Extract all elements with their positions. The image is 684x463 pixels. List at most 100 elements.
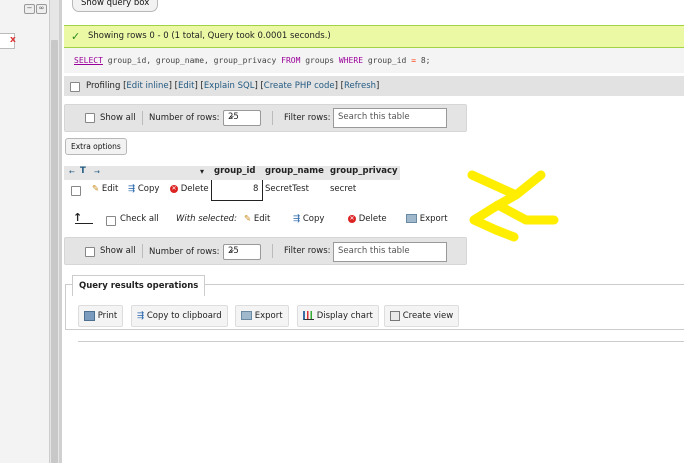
- row-copy-label: Copy: [137, 184, 160, 194]
- show-all-checkbox[interactable]: [85, 113, 95, 123]
- chart-icon: [303, 311, 314, 320]
- row-checkbox[interactable]: [71, 186, 81, 196]
- bracket: ] [: [254, 81, 264, 91]
- separator: [272, 111, 273, 125]
- yellow-annotation-scribble: [467, 170, 559, 242]
- divider-line: [78, 341, 684, 342]
- sort-left-icon[interactable]: ←: [69, 168, 75, 176]
- query-options-bar: Profiling [Edit inline] [Edit] [Explain …: [64, 76, 684, 96]
- edit-link[interactable]: Edit: [178, 81, 194, 91]
- profiling-checkbox[interactable]: [70, 82, 80, 92]
- sql-cond-col: group_id: [363, 56, 412, 65]
- show-all-label-bottom: Show all: [100, 246, 136, 256]
- bracket: ] [: [194, 81, 204, 91]
- show-all-checkbox-bottom[interactable]: [85, 247, 95, 257]
- pencil-icon: ✎: [244, 214, 252, 224]
- sql-table: groups: [300, 56, 339, 65]
- cell-group-name[interactable]: SecretTest: [265, 184, 309, 194]
- separator: [272, 244, 273, 258]
- copy-to-clipboard-label: Copy to clipboard: [146, 311, 222, 321]
- show-all-label: Show all: [100, 113, 136, 123]
- view-icon: [390, 310, 400, 321]
- row-delete-label: Delete: [180, 184, 209, 194]
- check-all-arrow-line: [75, 223, 93, 224]
- check-icon: ✓: [71, 30, 81, 43]
- print-label: Print: [97, 311, 118, 321]
- separator: [142, 111, 143, 125]
- bulk-edit-button[interactable]: ✎ Edit: [244, 214, 270, 224]
- sql-query-box: SELECT group_id, group_name, group_priva…: [64, 48, 684, 73]
- pencil-icon: ✎: [92, 184, 100, 194]
- copy-icon: ⇶: [137, 311, 145, 321]
- sort-right-icon[interactable]: →: [94, 168, 100, 176]
- export-icon: [406, 214, 417, 223]
- chevron-down-icon: ⌄: [228, 245, 236, 255]
- row-edit-label: Edit: [101, 184, 119, 194]
- column-header-group-id[interactable]: group_id: [214, 166, 256, 180]
- bracket: ]: [376, 81, 380, 91]
- filter-placeholder: Search this table: [338, 246, 410, 256]
- sql-keyword-where: WHERE: [338, 56, 364, 65]
- sql-columns: group_id, group_name, group_privacy: [102, 56, 282, 65]
- success-text: Showing rows 0 - 0 (1 total, Query took …: [88, 31, 331, 41]
- export-label: Export: [254, 311, 283, 321]
- sql-cond-val: 8;: [416, 56, 431, 65]
- create-view-button[interactable]: Create view: [384, 305, 460, 327]
- copy-to-clipboard-button[interactable]: ⇶ Copy to clipboard: [131, 305, 228, 327]
- column-sort-icon[interactable]: T: [80, 166, 86, 176]
- sql-keyword-select[interactable]: SELECT: [74, 56, 103, 65]
- clear-filter-icon[interactable]: x: [10, 35, 16, 45]
- export-button[interactable]: Export: [235, 305, 289, 327]
- refresh-link[interactable]: Refresh: [344, 81, 376, 91]
- filter-label: Filter rows:: [284, 113, 331, 123]
- profiling-label: Profiling: [86, 81, 121, 91]
- bulk-export-label: Export: [419, 214, 448, 224]
- panel-resize-handle[interactable]: [59, 0, 62, 463]
- filter-input-bottom[interactable]: Search this table: [333, 242, 447, 262]
- sql-code: SELECT group_id, group_name, group_priva…: [74, 56, 430, 65]
- table-navigation-bottom: Show all Number of rows: 25 ⌄ Filter rows…: [64, 237, 467, 265]
- rows-select[interactable]: 25 ⌄: [223, 110, 261, 126]
- extra-options-button[interactable]: Extra options: [65, 138, 127, 155]
- copy-icon: ⇶: [128, 184, 136, 194]
- link-with-main-icon[interactable]: ∞: [36, 4, 47, 14]
- row-delete-button[interactable]: ✕ Delete: [170, 184, 209, 194]
- create-php-code-link[interactable]: Create PHP code: [264, 81, 335, 91]
- row-edit-button[interactable]: ✎ Edit: [92, 184, 118, 194]
- row-copy-button[interactable]: ⇶ Copy: [128, 184, 159, 194]
- delete-icon: ✕: [170, 184, 178, 193]
- explain-sql-link[interactable]: Explain SQL: [204, 81, 255, 91]
- column-header-group-privacy[interactable]: group_privacy: [330, 166, 398, 180]
- delete-icon: ✕: [348, 214, 356, 223]
- query-links: Profiling [Edit inline] [Edit] [Explain …: [86, 81, 379, 91]
- rows-select-bottom[interactable]: 25 ⌄: [223, 244, 261, 260]
- bulk-copy-button[interactable]: ⇶ Copy: [293, 214, 324, 224]
- query-results-operations-title: Query results operations: [72, 275, 206, 296]
- bulk-export-button[interactable]: Export: [406, 214, 448, 224]
- table-navigation-top: Show all Number of rows: 25 ⌄ Filter rows…: [64, 104, 467, 132]
- bracket: ] [: [334, 81, 344, 91]
- chevron-down-icon: ⌄: [228, 111, 236, 121]
- bulk-delete-button[interactable]: ✕ Delete: [348, 214, 387, 224]
- export-icon: [241, 311, 252, 320]
- filter-label-bottom: Filter rows:: [284, 246, 331, 256]
- bulk-edit-label: Edit: [253, 214, 271, 224]
- collapse-all-icon[interactable]: −: [24, 4, 35, 14]
- navigation-panel: − ∞ x: [0, 0, 50, 463]
- cell-group-privacy[interactable]: secret: [330, 184, 356, 194]
- display-chart-button[interactable]: Display chart: [297, 305, 379, 327]
- rows-label-bottom: Number of rows:: [149, 247, 220, 257]
- nav-scrollbar-thumb[interactable]: [51, 40, 58, 463]
- print-button[interactable]: Print: [78, 305, 124, 327]
- sort-menu-icon[interactable]: ▾: [200, 167, 204, 176]
- bulk-copy-label: Copy: [302, 214, 325, 224]
- check-all-checkbox[interactable]: [106, 216, 116, 226]
- check-all-label[interactable]: Check all: [120, 214, 159, 224]
- show-query-box-button[interactable]: Show query box: [72, 0, 159, 12]
- filter-input[interactable]: Search this table: [333, 108, 447, 128]
- filter-placeholder: Search this table: [338, 112, 410, 122]
- rows-label: Number of rows:: [149, 113, 220, 123]
- edit-inline-link[interactable]: Edit inline: [126, 81, 168, 91]
- cell-selection-box: [211, 180, 263, 201]
- column-header-group-name[interactable]: group_name: [265, 166, 324, 180]
